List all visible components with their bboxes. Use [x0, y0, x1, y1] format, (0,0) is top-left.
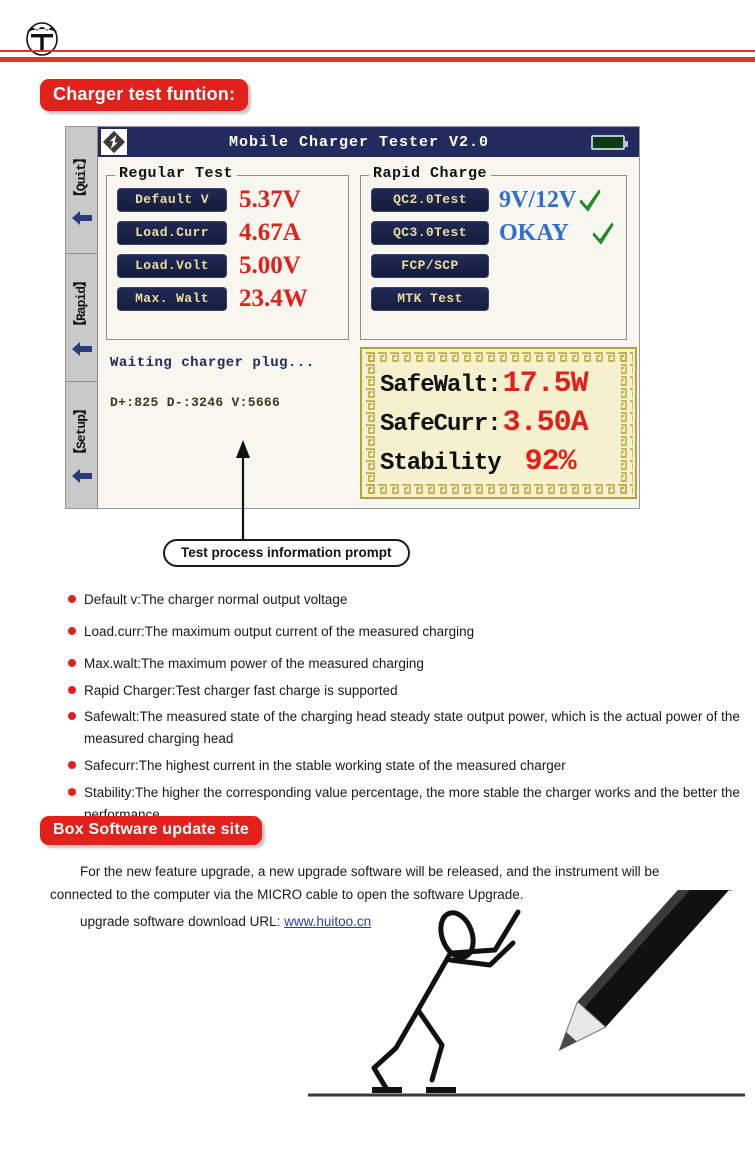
regular-value-max-walt: 23.4W	[239, 285, 308, 312]
header-rules	[0, 50, 755, 70]
status-message: Waiting charger plug...	[110, 355, 315, 371]
rail-label-setup: 【Setup】	[74, 402, 89, 461]
rapid-button-mtk-test[interactable]: MTK Test	[371, 287, 489, 311]
rapid-value-qc20: 9V/12V	[499, 187, 577, 213]
battery-full-icon	[591, 134, 628, 150]
regular-value-load-volt: 5.00V	[239, 252, 301, 279]
regular-value-load-curr: 4.67A	[239, 219, 301, 246]
device-screenshot: 【Quit】 【Rapid】 【Setup】 Mobile Charger Te…	[65, 126, 640, 509]
rail-button-quit[interactable]: 【Quit】	[66, 127, 97, 255]
download-url-label: upgrade software download URL:	[80, 914, 281, 930]
green-check-icon	[578, 188, 602, 212]
rail-label-quit: 【Quit】	[74, 151, 89, 203]
device-screen-body: Regular Test Default V 5.37V Load.Curr 4…	[98, 157, 639, 508]
feature-description-list: Default v:The charger normal output volt…	[66, 589, 746, 831]
rail-button-rapid[interactable]: 【Rapid】	[66, 254, 97, 382]
regular-value-default-v: 5.37V	[239, 186, 301, 213]
safe-summary-panel: SafeWalt: 17.5W SafeCurr: 3.50A Stabilit…	[360, 347, 637, 499]
callout-test-process-prompt: Test process information prompt	[163, 539, 410, 567]
green-check-icon	[591, 221, 615, 245]
left-arrow-icon	[70, 465, 94, 487]
list-item: Load.curr:The maximum output current of …	[66, 621, 746, 643]
status-raw-readings: D+:825 D-:3246 V:5666	[110, 395, 281, 410]
header-rule-thick	[0, 57, 755, 62]
rapid-button-qc20[interactable]: QC2.0Test	[371, 188, 489, 212]
left-arrow-icon	[70, 338, 94, 360]
regular-button-max-walt[interactable]: Max. Walt	[117, 287, 227, 311]
list-item: Safewalt:The measured state of the charg…	[66, 706, 746, 750]
header-rule-thin	[0, 50, 755, 52]
rail-button-setup[interactable]: 【Setup】	[66, 382, 97, 508]
up-arrow-icon	[232, 440, 254, 544]
list-item: Default v:The charger normal output volt…	[66, 589, 746, 611]
left-arrow-icon	[70, 207, 94, 229]
rapid-charge-legend: Rapid Charge	[369, 165, 492, 182]
regular-button-load-curr[interactable]: Load.Curr	[117, 221, 227, 245]
rail-label-rapid: 【Rapid】	[74, 275, 89, 334]
device-side-rail: 【Quit】 【Rapid】 【Setup】	[66, 127, 98, 508]
list-item: Safecurr:The highest current in the stab…	[66, 755, 746, 777]
status-area: Waiting charger plug... D+:825 D-:3246 V…	[110, 355, 360, 410]
regular-test-legend: Regular Test	[115, 165, 238, 182]
greek-key-border-decoration	[364, 351, 633, 495]
section-badge-charger-test: Charger test funtion:	[40, 79, 249, 111]
section-badge-update-site: Box Software update site	[40, 816, 262, 845]
device-titlebar: Mobile Charger Tester V2.0	[98, 127, 639, 157]
rapid-button-fcp-scp[interactable]: FCP/SCP	[371, 254, 489, 278]
stick-figure-pushing-pencil-illustration	[290, 856, 755, 1115]
rapid-value-qc30: OKAY	[499, 220, 569, 246]
device-screen: Mobile Charger Tester V2.0 Regular Test …	[98, 127, 639, 508]
regular-test-panel: Regular Test Default V 5.37V Load.Curr 4…	[106, 165, 349, 340]
rapid-charge-panel: Rapid Charge QC2.0Test 9V/12V QC3.0Test …	[360, 165, 627, 340]
list-item: Max.walt:The maximum power of the measur…	[66, 653, 746, 675]
regular-button-default-v[interactable]: Default V	[117, 188, 227, 212]
lightning-bolt-logo-icon	[101, 129, 127, 155]
regular-button-load-volt[interactable]: Load.Volt	[117, 254, 227, 278]
device-title: Mobile Charger Tester V2.0	[228, 133, 490, 151]
rapid-button-qc30[interactable]: QC3.0Test	[371, 221, 489, 245]
list-item: Rapid Charger:Test charger fast charge i…	[66, 680, 746, 702]
